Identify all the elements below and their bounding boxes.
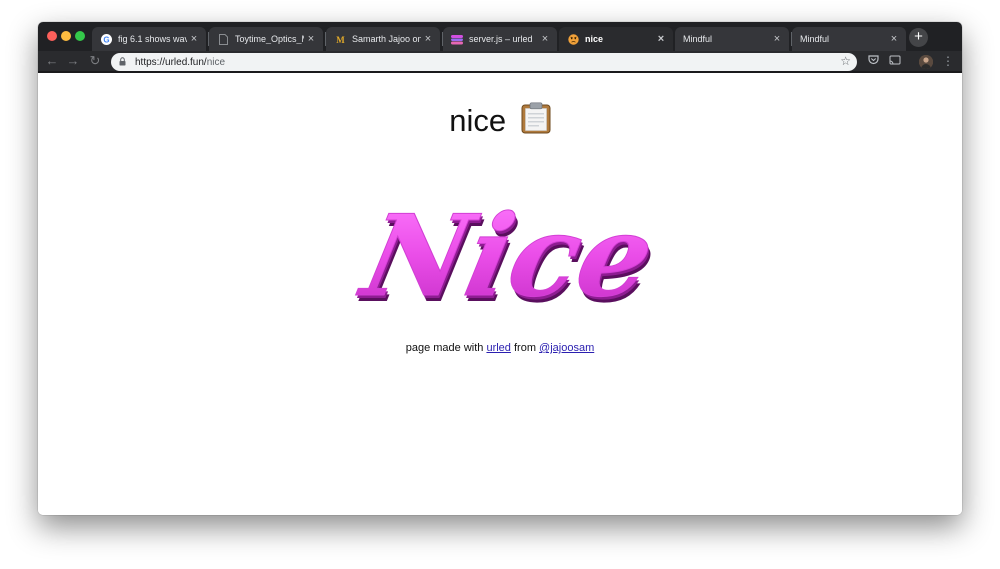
page-title: nice — [38, 102, 962, 142]
tab-nice-active[interactable]: nice × — [559, 27, 673, 51]
clipboard-icon — [521, 102, 551, 142]
tab-toytime-optics[interactable]: Toytime_Optics_MS × — [209, 27, 323, 51]
close-tab-icon[interactable]: × — [887, 33, 901, 45]
window-minimize-button[interactable] — [61, 31, 71, 41]
tab-strip: G fig 6.1 shows waves × Toytime_Optics_M… — [38, 22, 962, 51]
lock-icon — [119, 56, 129, 68]
glitch-icon — [451, 33, 463, 45]
new-tab-button[interactable]: + — [909, 28, 928, 47]
medium-icon: M — [334, 33, 346, 45]
footer-middle: from — [510, 342, 540, 354]
profile-avatar[interactable] — [919, 55, 933, 69]
tab-title: nice — [585, 34, 604, 44]
tab-title: Samarth Jajoo on Medium — [352, 34, 421, 44]
pocket-extension-icon[interactable] — [866, 55, 880, 69]
window-close-button[interactable] — [47, 31, 57, 41]
back-button[interactable]: ← — [44, 53, 60, 69]
tab-title: server.js – urled — [469, 34, 533, 44]
window-maximize-button[interactable] — [75, 31, 85, 41]
address-bar[interactable]: https://urled.fun/nice ☆ — [111, 53, 857, 71]
tab-fig-6-1[interactable]: G fig 6.1 shows waves × — [92, 27, 206, 51]
tab-title: Toytime_Optics_MS — [235, 34, 304, 44]
tab-mindful-1[interactable]: Mindful × — [675, 27, 789, 51]
browser-window: G fig 6.1 shows waves × Toytime_Optics_M… — [38, 22, 962, 515]
tab-samarth-medium[interactable]: M Samarth Jajoo on Medium × — [326, 27, 440, 51]
close-tab-icon[interactable]: × — [654, 33, 668, 45]
svg-text:G: G — [103, 35, 109, 44]
footer-credit: page made with urled from @jajoosam — [38, 342, 962, 354]
bookmark-star-icon[interactable]: ☆ — [840, 54, 851, 68]
browser-menu-icon[interactable]: ⋮ — [942, 54, 954, 68]
close-tab-icon[interactable]: × — [187, 33, 201, 45]
google-icon: G — [100, 33, 112, 45]
tab-title: Mindful — [683, 34, 713, 44]
footer-prefix: page made with — [405, 342, 487, 354]
tab-title: Mindful — [800, 34, 830, 44]
page-content: nice Nice Nice Nice page made with urled… — [38, 75, 962, 515]
url-path: nice — [206, 56, 226, 68]
forward-button[interactable]: → — [65, 53, 81, 69]
close-tab-icon[interactable]: × — [538, 33, 552, 45]
tab-title: fig 6.1 shows waves — [118, 34, 187, 44]
url-host: https://urled.fun/ — [135, 56, 207, 68]
close-tab-icon[interactable]: × — [421, 33, 435, 45]
svg-text:M: M — [336, 35, 345, 45]
browser-toolbar: ← → ↻ https://urled.fun/nice ☆ ⋮ — [38, 51, 962, 73]
tab-server-js[interactable]: server.js – urled × — [443, 27, 557, 51]
document-icon — [217, 33, 229, 45]
cast-icon[interactable] — [888, 55, 902, 69]
wordart-face: Nice — [354, 190, 654, 310]
nice-3d-wordart: Nice Nice Nice — [349, 175, 668, 328]
close-tab-icon[interactable]: × — [304, 33, 318, 45]
angry-face-icon — [567, 33, 579, 45]
reload-button[interactable]: ↻ — [87, 53, 103, 69]
jajoosam-link[interactable]: @jajoosam — [539, 342, 594, 354]
tab-mindful-2[interactable]: Mindful × — [792, 27, 906, 51]
close-tab-icon[interactable]: × — [770, 33, 784, 45]
page-title-text: nice — [449, 103, 507, 138]
urled-link[interactable]: urled — [486, 342, 510, 354]
